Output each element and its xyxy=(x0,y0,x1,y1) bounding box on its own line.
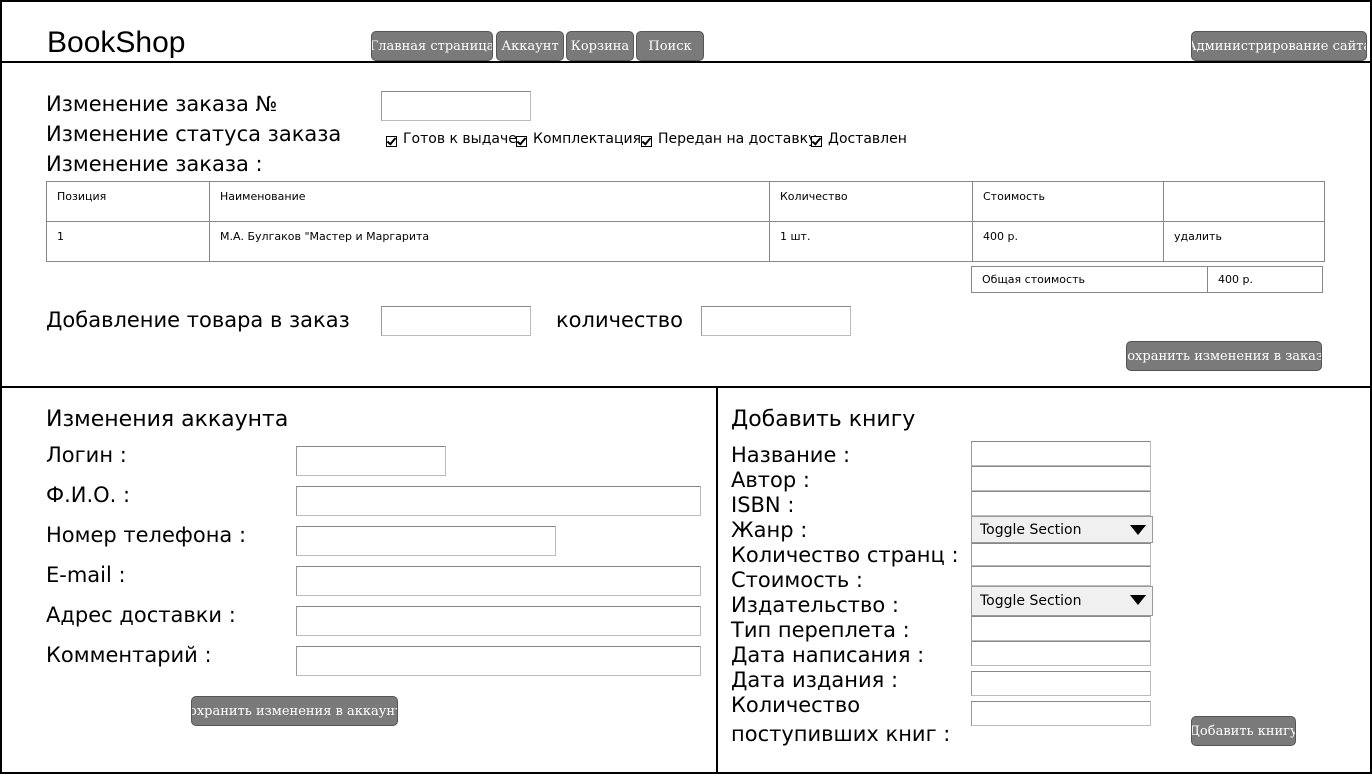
address-label: Адрес доставки : xyxy=(46,603,236,627)
book-binding-input[interactable] xyxy=(971,616,1151,641)
order-number-input[interactable] xyxy=(381,91,531,121)
genre-select[interactable]: Toggle Section xyxy=(971,516,1153,543)
status-shipping-checkbox[interactable]: Передан на доставку xyxy=(641,131,816,147)
chevron-down-icon xyxy=(1130,595,1146,605)
book-author-input[interactable] xyxy=(971,466,1151,491)
status-delivered-checkbox[interactable]: Доставлен xyxy=(811,131,907,147)
quantity-label: количество xyxy=(556,308,683,332)
save-account-button[interactable]: Сохранить изменения в аккаунте xyxy=(191,696,398,726)
checkbox-icon xyxy=(386,135,397,147)
table-row: 1 М.А. Булгаков "Мастер и Маргарита 1 шт… xyxy=(46,221,1325,262)
book-received-input[interactable] xyxy=(971,701,1151,726)
add-book-button[interactable]: Добавить книгу xyxy=(1191,716,1296,746)
fullname-input[interactable] xyxy=(296,486,701,516)
delete-link[interactable]: удалить xyxy=(1163,221,1325,262)
book-binding-label: Тип переплета : xyxy=(731,618,910,642)
total-label: Общая стоимость xyxy=(971,266,1208,293)
checkbox-icon xyxy=(516,135,527,147)
column-divider xyxy=(716,386,718,774)
save-order-button[interactable]: Сохранить изменения в заказе xyxy=(1126,341,1322,371)
cell-position: 1 xyxy=(46,221,210,262)
cell-cost: 400 р. xyxy=(972,221,1164,262)
admin-button[interactable]: Администрирование сайта xyxy=(1191,31,1367,61)
col-position-header: Позиция xyxy=(46,181,210,222)
book-received-label-2: поступивших книг : xyxy=(731,722,951,746)
quantity-input[interactable] xyxy=(701,306,851,336)
book-pages-label: Количество странц : xyxy=(731,543,959,567)
status-ready-checkbox[interactable]: Готов к выдаче xyxy=(386,131,517,147)
add-item-input[interactable] xyxy=(381,306,531,336)
publisher-select[interactable]: Toggle Section xyxy=(971,586,1153,616)
cell-name: М.А. Булгаков "Мастер и Маргарита xyxy=(209,221,770,262)
phone-label: Номер телефона : xyxy=(46,523,247,547)
book-received-label: Количество xyxy=(731,693,861,717)
section-divider xyxy=(0,386,1372,388)
checkbox-icon xyxy=(811,135,822,147)
nav-search-button[interactable]: Поиск xyxy=(636,31,704,61)
col-name-header: Наименование xyxy=(209,181,770,222)
book-written-date-input[interactable] xyxy=(971,641,1151,666)
order-total-table: Общая стоимость 400 р. xyxy=(971,266,1323,293)
book-isbn-label: ISBN : xyxy=(731,493,795,517)
status-picking-checkbox[interactable]: Комплектация xyxy=(516,131,641,147)
nav-home-button[interactable]: Главная страница xyxy=(371,31,493,61)
add-book-title: Добавить книгу xyxy=(731,407,916,432)
checkbox-icon xyxy=(641,135,652,147)
email-input[interactable] xyxy=(296,566,701,596)
logo: BookShop xyxy=(47,26,186,59)
book-written-date-label: Дата написания : xyxy=(731,643,925,667)
book-publish-date-input[interactable] xyxy=(971,671,1151,696)
table-header-row: Позиция Наименование Количество Стоимост… xyxy=(46,181,1325,222)
address-input[interactable] xyxy=(296,606,701,636)
nav-cart-button[interactable]: Корзина xyxy=(566,31,634,61)
phone-input[interactable] xyxy=(296,526,556,556)
fullname-label: Ф.И.О. : xyxy=(46,483,131,507)
cell-qty: 1 шт. xyxy=(769,221,973,262)
book-pages-input[interactable] xyxy=(971,543,1151,566)
email-label: E-mail : xyxy=(46,563,126,587)
book-title-label: Название : xyxy=(731,443,851,467)
order-status-label: Изменение статуса заказа xyxy=(46,122,342,146)
book-author-label: Автор : xyxy=(731,468,810,492)
login-input[interactable] xyxy=(296,446,446,476)
total-value: 400 р. xyxy=(1207,266,1323,293)
login-label: Логин : xyxy=(46,443,127,467)
book-isbn-input[interactable] xyxy=(971,491,1151,516)
comment-input[interactable] xyxy=(296,646,701,676)
book-price-input[interactable] xyxy=(971,566,1151,586)
book-genre-label: Жанр : xyxy=(731,518,808,542)
nav-account-button[interactable]: Аккаунт xyxy=(496,31,564,61)
book-title-input[interactable] xyxy=(971,441,1151,466)
col-cost-header: Стоимость xyxy=(972,181,1164,222)
order-items-label: Изменение заказа : xyxy=(46,152,263,176)
order-items-table: Позиция Наименование Количество Стоимост… xyxy=(46,181,1325,262)
order-number-label: Изменение заказа № xyxy=(46,92,278,116)
header-divider xyxy=(0,61,1372,63)
chevron-down-icon xyxy=(1130,525,1146,535)
book-publisher-label: Издательство : xyxy=(731,593,899,617)
account-title: Изменения аккаунта xyxy=(46,407,289,432)
book-price-label: Стоимость : xyxy=(731,568,863,592)
col-qty-header: Количество xyxy=(769,181,973,222)
col-action-header xyxy=(1163,181,1325,222)
comment-label: Комментарий : xyxy=(46,643,212,667)
add-item-label: Добавление товара в заказ xyxy=(46,308,350,332)
book-publish-date-label: Дата издания : xyxy=(731,668,899,692)
